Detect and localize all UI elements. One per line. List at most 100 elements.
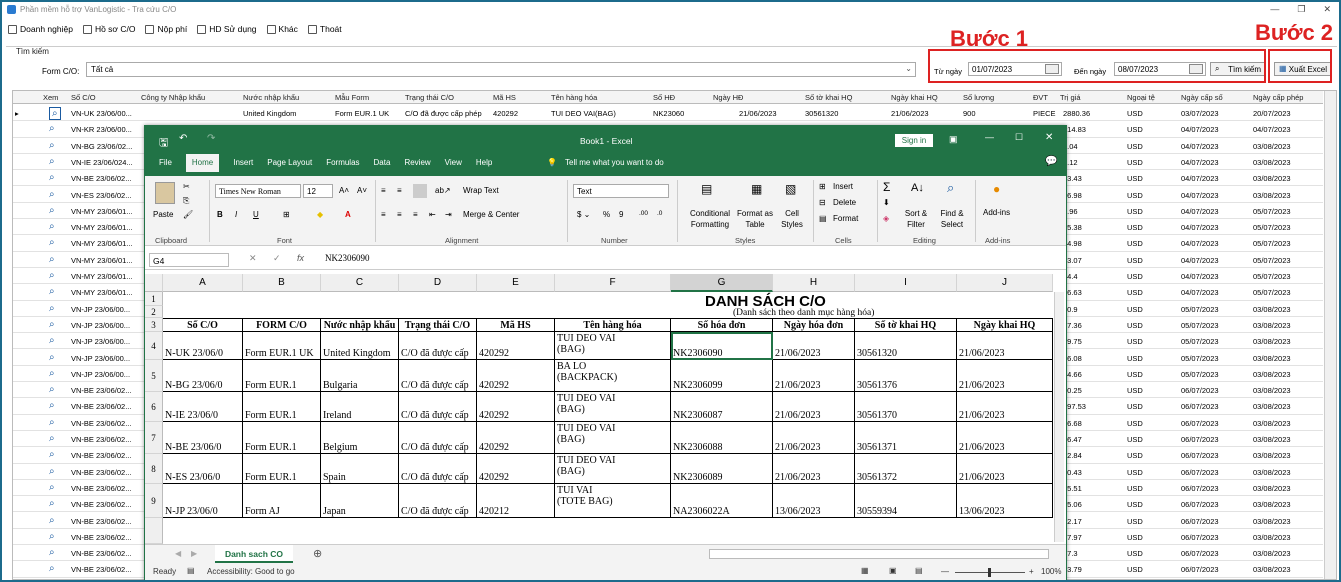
row-number[interactable]: 8 <box>145 454 163 484</box>
menu-item-0[interactable]: Doanh nghiệp <box>8 24 73 34</box>
font-size-select[interactable]: 12 <box>303 184 333 198</box>
data-cell[interactable]: 13/06/2023 <box>957 484 1053 518</box>
delete-cells-button[interactable]: Delete <box>833 198 856 207</box>
row-number[interactable]: 3 <box>145 318 163 332</box>
ribbon-tab-view[interactable]: View <box>445 158 462 172</box>
column-letter[interactable]: A <box>163 274 243 292</box>
fill-color-icon[interactable]: ◆ <box>317 210 323 219</box>
column-header[interactable]: Ngoại tệ <box>1127 93 1155 102</box>
header-cell[interactable]: FORM C/O <box>243 318 321 332</box>
data-cell[interactable]: Form AJ <box>243 484 321 518</box>
data-cell[interactable]: NK2306099 <box>671 360 773 392</box>
decrease-indent-icon[interactable]: ⇤ <box>429 210 436 219</box>
next-sheet-icon[interactable]: ▶ <box>191 549 197 558</box>
view-icon[interactable]: ⌕ <box>49 123 55 134</box>
column-header[interactable]: ĐVT <box>1033 93 1048 102</box>
view-icon[interactable]: ⌕ <box>49 498 55 509</box>
align-left-icon[interactable]: ≡ <box>381 210 386 219</box>
column-header[interactable]: Ngày cấp phép <box>1253 93 1303 102</box>
view-icon[interactable]: ⌕ <box>49 237 55 248</box>
data-cell[interactable]: Spain <box>321 454 399 484</box>
header-cell[interactable]: Ngày hóa đơn <box>773 318 855 332</box>
view-icon[interactable]: ⌕ <box>49 384 55 395</box>
close-icon[interactable]: ✕ <box>1045 132 1053 143</box>
function-icon[interactable]: fx <box>297 253 304 263</box>
data-cell[interactable]: Form EUR.1 <box>243 392 321 422</box>
data-cell[interactable]: NA2306022A <box>671 484 773 518</box>
wrap-text-button[interactable]: Wrap Text <box>463 186 499 195</box>
column-header[interactable]: Số HĐ <box>653 93 675 102</box>
view-icon[interactable]: ⌕ <box>49 400 55 411</box>
column-letter[interactable]: C <box>321 274 399 292</box>
row-number[interactable]: 4 <box>145 332 163 360</box>
paste-icon[interactable] <box>155 182 175 204</box>
normal-view-icon[interactable]: ▦ <box>861 566 869 575</box>
view-icon[interactable]: ⌕ <box>49 547 55 558</box>
undo-icon[interactable]: ↶ <box>179 133 187 144</box>
column-header[interactable]: Xem <box>43 93 58 102</box>
data-cell[interactable]: 13/06/2023 <box>773 484 855 518</box>
paste-button[interactable]: Paste <box>153 210 173 219</box>
data-cell[interactable]: N-BG 23/06/0 <box>163 360 243 392</box>
data-cell[interactable]: N-BE 23/06/0 <box>163 422 243 454</box>
view-icon[interactable]: ⌕ <box>49 515 55 526</box>
view-icon[interactable]: ⌕ <box>49 352 55 363</box>
form-co-select[interactable]: Tất cả ⌄ <box>86 62 916 77</box>
data-cell[interactable]: 30561320 <box>855 332 957 360</box>
align-right-icon[interactable]: ≡ <box>413 210 418 219</box>
accessibility-status[interactable]: Accessibility: Good to go <box>207 567 295 576</box>
row-number[interactable]: 1 <box>145 292 163 306</box>
vertical-scrollbar[interactable] <box>1324 91 1336 579</box>
data-cell[interactable]: TUI DEO VAI (BAG) <box>555 422 671 454</box>
conditional-formatting-button[interactable]: Conditional Formatting <box>683 208 737 230</box>
ribbon-tab-formulas[interactable]: Formulas <box>326 158 359 172</box>
header-cell[interactable]: Số C/O <box>163 318 243 332</box>
underline-icon[interactable]: U <box>253 210 259 219</box>
view-icon[interactable]: ⌕ <box>49 189 55 200</box>
autosum-icon[interactable]: Σ <box>883 180 890 194</box>
ribbon-tab-review[interactable]: Review <box>404 158 430 172</box>
data-cell[interactable]: 420292 <box>477 332 555 360</box>
zoom-in-icon[interactable]: + <box>1029 567 1034 576</box>
data-cell[interactable]: TUI DEO VAI (BAG) <box>555 392 671 422</box>
selected-cell[interactable]: NK2306090 <box>671 332 773 360</box>
zoom-out-icon[interactable]: — <box>941 567 949 576</box>
align-top-icon[interactable]: ≡ <box>381 186 386 195</box>
view-icon[interactable]: ⌕ <box>49 270 55 281</box>
currency-icon[interactable]: $ ⌄ <box>577 210 590 219</box>
view-icon[interactable]: ⌕ <box>49 417 55 428</box>
comma-icon[interactable]: 9 <box>619 210 623 219</box>
column-header[interactable]: Công ty Nhập khẩu <box>141 93 205 102</box>
column-header[interactable]: Số lượng <box>963 93 994 102</box>
column-letter[interactable]: F <box>555 274 671 292</box>
column-letter[interactable]: J <box>957 274 1053 292</box>
data-cell[interactable]: 21/06/2023 <box>773 422 855 454</box>
menu-item-5[interactable]: Thoát <box>307 24 342 34</box>
data-cell[interactable]: C/O đã được cấp <box>399 392 477 422</box>
column-header[interactable]: Trạng thái C/O <box>405 93 454 102</box>
column-letter[interactable]: H <box>773 274 855 292</box>
data-cell[interactable]: NK2306089 <box>671 454 773 484</box>
find-icon[interactable]: ⌕ <box>947 180 954 196</box>
zoom-slider-thumb[interactable] <box>988 568 991 577</box>
view-icon[interactable]: ⌕ <box>49 563 55 574</box>
header-cell[interactable]: Số tờ khai HQ <box>855 318 957 332</box>
insert-cells-icon[interactable]: ⊞ <box>819 182 826 191</box>
select-all-corner[interactable] <box>145 274 163 292</box>
decimal-decrease-icon[interactable]: .0 <box>657 210 662 217</box>
borders-icon[interactable]: ⊞ <box>283 210 290 219</box>
align-bottom-icon[interactable] <box>413 184 427 198</box>
header-cell[interactable]: Số hóa đơn <box>671 318 773 332</box>
restore-icon[interactable]: ❐ <box>1297 4 1305 15</box>
data-cell[interactable]: 21/06/2023 <box>773 360 855 392</box>
header-cell[interactable]: Ngày khai HQ <box>957 318 1053 332</box>
data-cell[interactable]: 30561376 <box>855 360 957 392</box>
number-format-select[interactable]: Text <box>573 184 669 198</box>
header-cell[interactable]: Nước nhập khẩu <box>321 318 399 332</box>
minimize-icon[interactable]: — <box>985 132 994 142</box>
zoom-level[interactable]: 100% <box>1041 567 1061 576</box>
data-cell[interactable]: Japan <box>321 484 399 518</box>
view-icon[interactable]: ⌕ <box>49 466 55 477</box>
merge-center-button[interactable]: Merge & Center <box>463 210 519 219</box>
enter-icon[interactable]: ✓ <box>273 253 281 264</box>
